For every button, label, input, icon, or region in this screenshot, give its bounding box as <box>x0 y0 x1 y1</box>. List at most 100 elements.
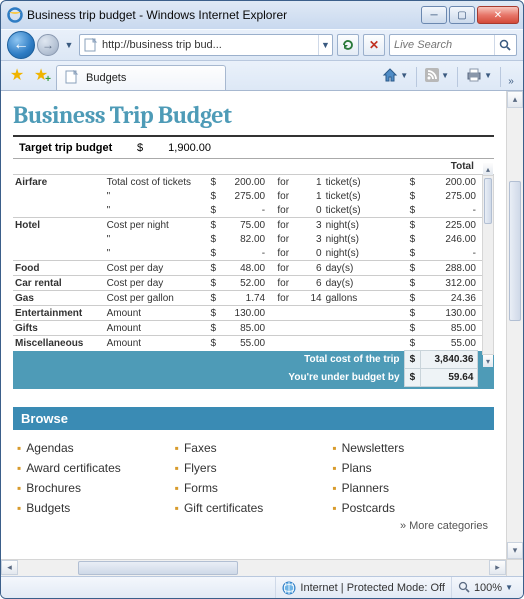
scroll-left-arrow[interactable]: ◂ <box>1 560 18 575</box>
page-content: Business Trip Budget Target trip budget … <box>1 91 506 559</box>
table-row: "$275.00for1ticket(s)$275.00 <box>13 189 494 203</box>
feeds-button[interactable]: ▼ <box>419 63 455 87</box>
search-button[interactable] <box>494 35 516 55</box>
scroll-up-arrow[interactable]: ▴ <box>507 91 523 108</box>
browse-link[interactable]: ▪Plans <box>332 458 490 478</box>
browse-column: ▪Faxes▪Flyers▪Forms▪Gift certificates <box>175 438 333 518</box>
more-categories-link[interactable]: » More categories <box>13 520 494 532</box>
total-cost-currency: $ <box>404 351 421 369</box>
browse-link[interactable]: ▪Planners <box>332 478 490 498</box>
scroll-right-arrow[interactable]: ▸ <box>489 560 506 575</box>
address-bar[interactable]: http://business trip bud... ▼ <box>79 34 333 56</box>
minimize-button[interactable]: ─ <box>421 6 447 24</box>
chevron-down-icon: ▼ <box>400 71 408 80</box>
scroll-down-arrow[interactable]: ▾ <box>483 355 493 367</box>
ie-icon <box>7 7 23 23</box>
scroll-down-arrow[interactable]: ▾ <box>507 542 523 559</box>
browse-link[interactable]: ▪Postcards <box>332 498 490 518</box>
separator <box>416 67 417 87</box>
scroll-thumb[interactable] <box>484 178 492 224</box>
browse-link[interactable]: ▪Budgets <box>17 498 175 518</box>
print-button[interactable]: ▼ <box>460 63 498 87</box>
maximize-button[interactable]: ▢ <box>449 6 475 24</box>
separator <box>457 67 458 87</box>
tab-label: Budgets <box>86 72 126 84</box>
toolbar-overflow-button[interactable]: » <box>503 76 519 87</box>
scroll-track[interactable] <box>18 560 489 576</box>
target-label: Target trip budget <box>13 142 133 154</box>
document-title: Business Trip Budget <box>13 101 494 129</box>
table-row: Car rentalCost per day$52.00for6day(s)$3… <box>13 276 494 291</box>
stop-button[interactable]: ✕ <box>363 34 385 56</box>
favorites-center-button[interactable]: ★ <box>5 63 29 87</box>
browse-column: ▪Agendas▪Award certificates▪Brochures▪Bu… <box>17 438 175 518</box>
table-row: "$-for0ticket(s)$- <box>13 203 494 218</box>
inner-vertical-scrollbar[interactable]: ▴ ▾ <box>482 175 494 355</box>
page-icon <box>83 37 99 53</box>
table-row: GiftsAmount$85.00$85.00 <box>13 321 494 336</box>
table-row: EntertainmentAmount$130.00$130.00 <box>13 306 494 321</box>
browse-columns: ▪Agendas▪Award certificates▪Brochures▪Bu… <box>13 430 494 520</box>
home-button[interactable]: ▼ <box>376 63 414 87</box>
address-url: http://business trip bud... <box>102 39 318 51</box>
budget-table: Total AirfareTotal cost of tickets$200.0… <box>13 159 494 387</box>
tab-active[interactable]: Budgets <box>56 65 226 90</box>
add-favorites-button[interactable]: ★+ <box>29 63 53 87</box>
scroll-thumb[interactable] <box>78 561 238 575</box>
total-cost-value: 3,840.36 <box>421 351 478 369</box>
scroll-thumb[interactable] <box>509 181 521 321</box>
browse-column: ▪Newsletters▪Plans▪Planners▪Postcards <box>332 438 490 518</box>
under-budget-value: 59.64 <box>421 369 478 387</box>
zoom-icon <box>458 581 471 594</box>
search-box[interactable] <box>389 34 517 56</box>
table-row: AirfareTotal cost of tickets$200.00for1t… <box>13 175 494 190</box>
zoom-value: 100% <box>474 582 502 594</box>
browse-link[interactable]: ▪Brochures <box>17 478 175 498</box>
target-currency: $ <box>133 142 147 154</box>
table-row: GasCost per gallon$1.74for14gallons$24.3… <box>13 291 494 306</box>
search-input[interactable] <box>390 39 494 51</box>
browse-link[interactable]: ▪Gift certificates <box>175 498 333 518</box>
totals-row-under: You're under budget by $ 59.64 <box>13 369 494 387</box>
under-budget-currency: $ <box>404 369 421 387</box>
address-dropdown[interactable]: ▼ <box>318 35 332 55</box>
recent-pages-dropdown[interactable]: ▼ <box>63 40 75 50</box>
target-amount: 1,900.00 <box>147 142 217 154</box>
chevron-down-icon: ▼ <box>505 583 513 592</box>
browse-header: Browse <box>13 407 494 430</box>
scroll-up-arrow[interactable]: ▴ <box>483 163 493 175</box>
forward-button[interactable]: → <box>37 34 59 56</box>
content-area: Business Trip Budget Target trip budget … <box>1 91 523 576</box>
table-row: MiscellaneousAmount$55.00$55.00 <box>13 336 494 351</box>
back-button[interactable]: ← <box>7 31 35 59</box>
browse-link[interactable]: ▪Faxes <box>175 438 333 458</box>
table-row: FoodCost per day$48.00for6day(s)$288.00 <box>13 261 494 276</box>
browse-link[interactable]: ▪Agendas <box>17 438 175 458</box>
window-frame: Business trip budget - Windows Internet … <box>0 0 524 599</box>
security-zone[interactable]: Internet | Protected Mode: Off <box>275 577 452 598</box>
horizontal-scrollbar[interactable]: ◂ ▸ <box>1 559 506 576</box>
table-row: "$82.00for3night(s)$246.00 <box>13 232 494 246</box>
window-title: Business trip budget - Windows Internet … <box>27 8 421 22</box>
tab-toolbar-row: ★ ★+ Budgets ▼ ▼ ▼ » <box>1 61 523 91</box>
refresh-button[interactable] <box>337 34 359 56</box>
browse-link[interactable]: ▪Flyers <box>175 458 333 478</box>
globe-icon <box>282 581 296 595</box>
status-bar: Internet | Protected Mode: Off 100% ▼ <box>1 576 523 598</box>
chevron-down-icon: ▼ <box>441 71 449 80</box>
zoom-control[interactable]: 100% ▼ <box>452 581 519 594</box>
under-budget-label: You're under budget by <box>267 369 404 387</box>
table-row: "$-for0night(s)$- <box>13 246 494 261</box>
table-row: HotelCost per night$75.00for3night(s)$22… <box>13 218 494 233</box>
vertical-scrollbar[interactable]: ▴ ▾ <box>506 91 523 559</box>
scroll-corner <box>506 559 523 576</box>
window-controls: ─ ▢ ✕ <box>421 6 519 24</box>
chevron-down-icon: ▼ <box>484 71 492 80</box>
browse-link[interactable]: ▪Newsletters <box>332 438 490 458</box>
browse-link[interactable]: ▪Award certificates <box>17 458 175 478</box>
page-icon <box>65 70 81 86</box>
separator <box>500 67 501 87</box>
browse-link[interactable]: ▪Forms <box>175 478 333 498</box>
totals-row-cost: Total cost of the trip $ 3,840.36 <box>13 351 494 369</box>
close-button[interactable]: ✕ <box>477 6 519 24</box>
